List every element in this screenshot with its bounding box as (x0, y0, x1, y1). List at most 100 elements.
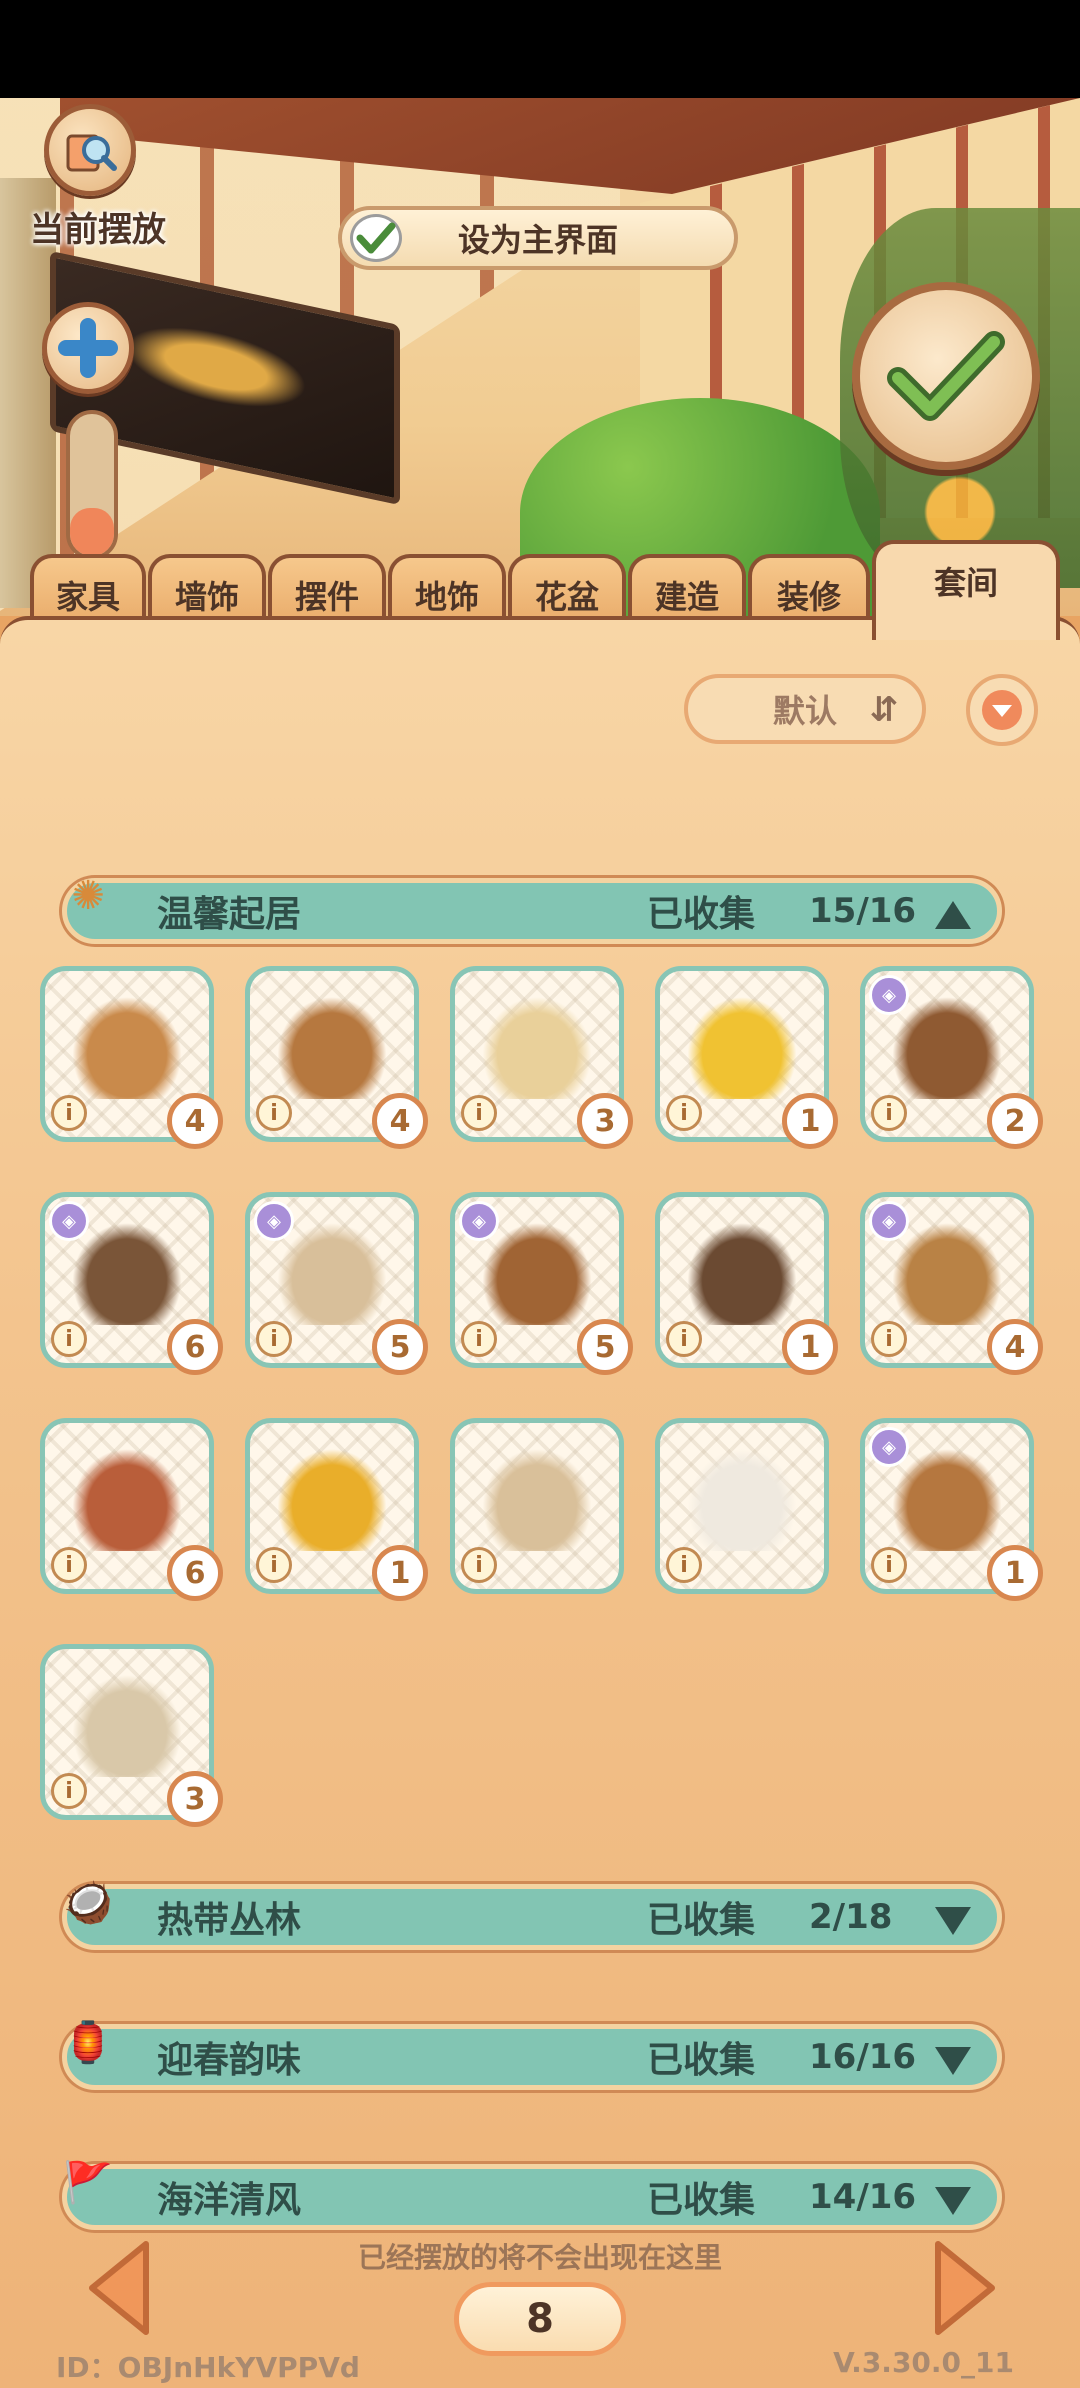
info-icon[interactable]: i (461, 1095, 497, 1131)
category-icon: 🏮 (63, 2019, 113, 2066)
sort-button[interactable]: 默认 ⇵ (684, 674, 926, 744)
category-name: 热带丛林 (157, 1900, 302, 1941)
category-header[interactable]: ✺ 温馨起居 已收集 15/16 (62, 873, 1002, 944)
category-header[interactable]: 🏮 迎春韵味 已收集 16/16 (62, 2020, 1002, 2090)
item-card-bench[interactable]: ◈ i 4 (860, 1192, 1043, 1375)
checkmark-icon (887, 331, 1005, 421)
info-icon[interactable]: i (871, 1095, 907, 1131)
chevron-down-icon (982, 690, 1022, 730)
status-bar (0, 0, 1080, 98)
item-quantity: 3 (577, 1093, 633, 1149)
info-icon[interactable]: i (871, 1547, 907, 1583)
info-icon[interactable]: i (256, 1321, 292, 1357)
collected-label: 已收集 (647, 894, 756, 935)
item-card-table-lamp[interactable]: ◈ i 5 (245, 1192, 428, 1375)
item-quantity: 1 (782, 1093, 838, 1149)
item-card-bookshelf[interactable]: i4 (245, 966, 428, 1149)
current-placement-button[interactable]: 当前摆放 (30, 104, 166, 284)
collected-label: 已收集 (647, 2180, 756, 2221)
info-icon[interactable]: i (51, 1095, 87, 1131)
vase-branch-icon (65, 1667, 189, 1777)
set-home-button[interactable]: 设为主界面 (338, 206, 738, 270)
category-icon: ✺ (71, 873, 105, 919)
prev-page-button[interactable] (84, 2238, 154, 2338)
item-quantity: 5 (372, 1319, 428, 1375)
info-icon[interactable]: i (666, 1095, 702, 1131)
category-header[interactable]: 🥥 热带丛林 已收集 2/18 (62, 1880, 1002, 1950)
item-card-folding-screen[interactable]: i (655, 1418, 829, 1594)
item-card-sunflower-plant[interactable]: i1 (245, 1418, 428, 1601)
placed-notice: 已经摆放的将不会出现在这里 (357, 2241, 722, 2274)
next-page-button[interactable] (930, 2238, 1000, 2338)
plus-icon (42, 302, 134, 394)
sunflower-plant-icon (270, 1441, 394, 1551)
filter-dropdown-button[interactable] (966, 674, 1038, 746)
item-quantity: 4 (372, 1093, 428, 1149)
square-rug-icon (475, 1441, 599, 1551)
add-button[interactable] (42, 302, 134, 394)
collected-label: 已收集 (647, 1900, 756, 1941)
item-card-armoire[interactable]: ◈ i 5 (450, 1192, 633, 1375)
player-id: ID：OBJnHkYVPPVd (56, 2351, 360, 2384)
item-card-vase-branch[interactable]: i3 (40, 1644, 223, 1827)
item-card-cabinet[interactable]: ◈ i 2 (860, 966, 1043, 1149)
dragon-carving (126, 312, 306, 422)
collected-count: 2/18 (809, 1897, 893, 1937)
info-icon[interactable]: i (256, 1095, 292, 1131)
flower-plant-icon (680, 989, 804, 1099)
info-icon[interactable]: i (666, 1321, 702, 1357)
category-icon: 🥥 (63, 1879, 113, 1926)
zoom-slider[interactable] (66, 410, 118, 560)
current-placement-label: 当前摆放 (30, 210, 166, 250)
category-name: 迎春韵味 (157, 2040, 302, 2081)
item-quantity: 5 (577, 1319, 633, 1375)
arrow-right-icon (935, 2241, 995, 2335)
checkbox-icon (350, 214, 402, 262)
info-icon[interactable]: i (666, 1547, 702, 1583)
item-card-flower-plant[interactable]: i1 (655, 966, 838, 1149)
sort-order-icon: ⇵ (869, 690, 899, 730)
item-quantity: 3 (167, 1771, 223, 1827)
info-icon[interactable]: i (51, 1321, 87, 1357)
item-quantity: 2 (987, 1093, 1043, 1149)
hanging-chain-icon (680, 1215, 804, 1325)
wall-hanging-icon (65, 1441, 189, 1551)
set-badge-icon: ◈ (869, 975, 909, 1015)
category-tabs: 家具 墙饰 摆件 地饰 花盆 建造 装修 套间 (30, 540, 1060, 640)
category-name: 温馨起居 (157, 894, 302, 935)
item-card-standing-lamp[interactable]: ◈ i 6 (40, 1192, 223, 1375)
chevron-down-icon (935, 2047, 971, 2075)
item-card-wall-hanging[interactable]: i6 (40, 1418, 223, 1601)
sort-label: 默认 (772, 692, 837, 730)
item-card-wooden-table[interactable]: i4 (40, 966, 223, 1149)
item-card-square-rug[interactable]: i (450, 1418, 624, 1594)
page-number: 8 (454, 2282, 626, 2356)
set-badge-icon: ◈ (49, 1201, 89, 1241)
info-icon[interactable]: i (256, 1547, 292, 1583)
category-header[interactable]: 🚩 海洋清风 已收集 14/16 (62, 2160, 1002, 2230)
info-icon[interactable]: i (51, 1773, 87, 1809)
chevron-down-icon (935, 1907, 971, 1935)
arrow-left-icon (89, 2241, 149, 2335)
item-quantity: 1 (372, 1545, 428, 1601)
magnifier-icon (44, 104, 136, 196)
collected-count: 16/16 (809, 2037, 917, 2077)
confirm-button[interactable] (852, 282, 1040, 470)
collected-count: 14/16 (809, 2177, 917, 2217)
collected-count: 15/16 (809, 891, 917, 931)
version-text: V.3.30.0_11 (833, 2346, 1014, 2379)
category-name: 海洋清风 (157, 2180, 302, 2221)
info-icon[interactable]: i (461, 1547, 497, 1583)
tab-8[interactable]: 套间 (872, 540, 1060, 640)
set-badge-icon: ◈ (459, 1201, 499, 1241)
info-icon[interactable]: i (461, 1321, 497, 1357)
item-card-armchair[interactable]: ◈ i 1 (860, 1418, 1043, 1601)
info-icon[interactable]: i (871, 1321, 907, 1357)
set-badge-icon: ◈ (869, 1427, 909, 1467)
info-icon[interactable]: i (51, 1547, 87, 1583)
item-card-round-rug[interactable]: i3 (450, 966, 633, 1149)
item-quantity: 6 (167, 1319, 223, 1375)
set-badge-icon: ◈ (869, 1201, 909, 1241)
item-card-hanging-chain[interactable]: i1 (655, 1192, 838, 1375)
bookshelf-icon (270, 989, 394, 1099)
